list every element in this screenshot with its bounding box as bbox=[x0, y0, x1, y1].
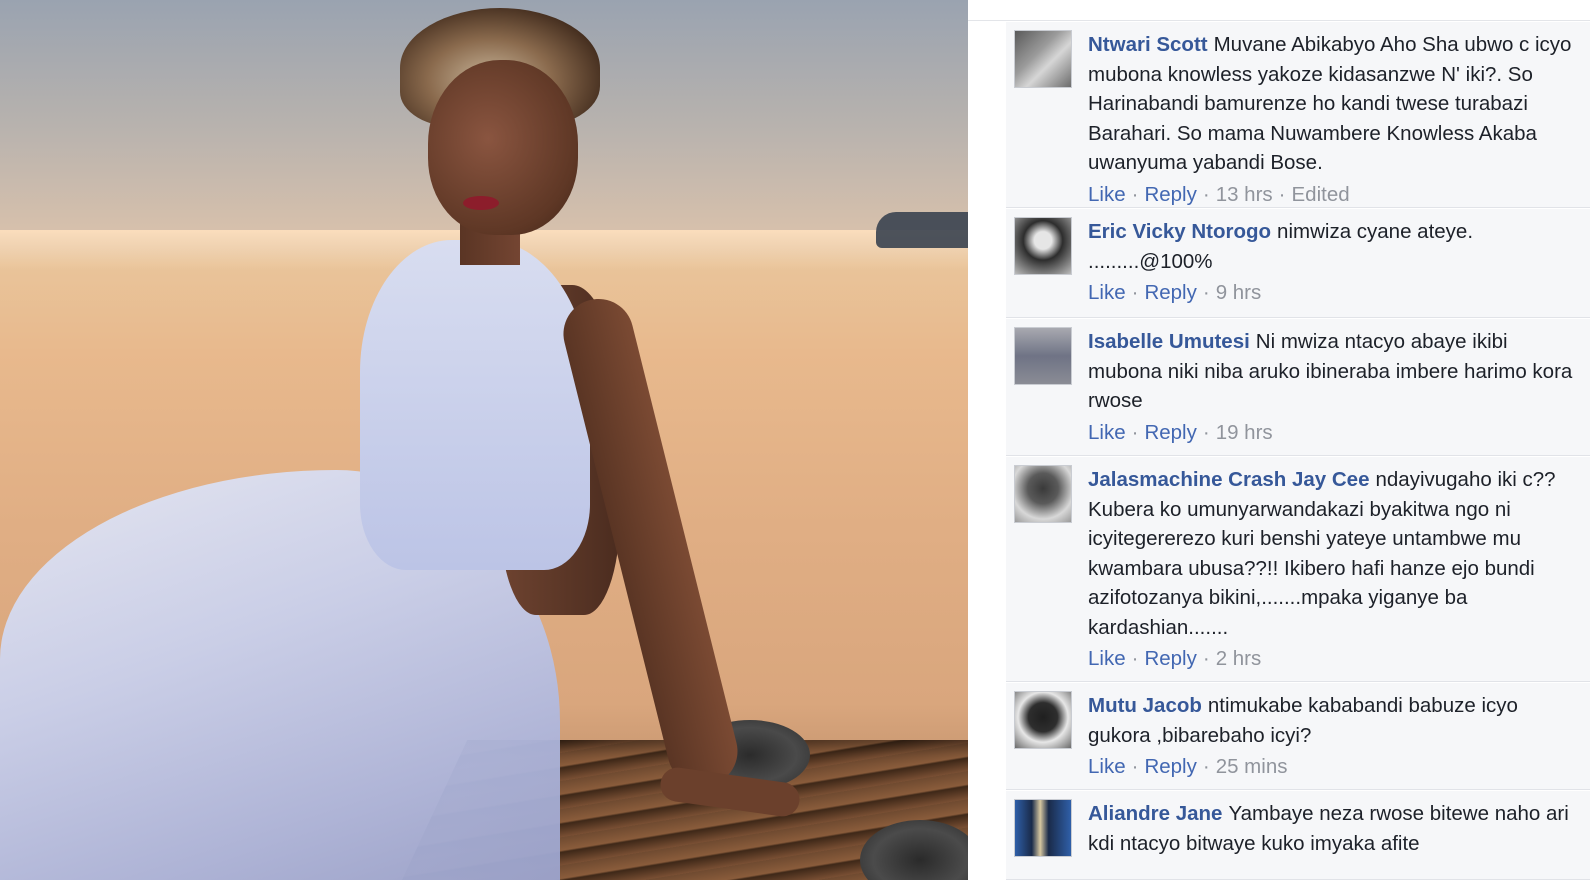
avatar[interactable] bbox=[1014, 465, 1072, 523]
avatar[interactable] bbox=[1014, 691, 1072, 749]
comment-author-link[interactable]: Aliandre Jane bbox=[1088, 802, 1222, 825]
comment-body: Eric Vicky Ntorogo nimwiza cyane ateye. .… bbox=[1088, 217, 1582, 276]
comment: Eric Vicky Ntorogo nimwiza cyane ateye. .… bbox=[1006, 208, 1590, 318]
comment-body: Mutu Jacob ntimukabe kababandi babuze icy… bbox=[1088, 691, 1582, 750]
comment: Ntwari Scott Muvane Abikabyo Aho Sha ubwo… bbox=[1006, 21, 1590, 208]
like-link[interactable]: Like bbox=[1088, 755, 1126, 778]
comment-actions: Like · Reply · 13 hrs · Edited bbox=[1088, 180, 1582, 210]
like-link[interactable]: Like bbox=[1088, 421, 1126, 444]
like-link[interactable]: Like bbox=[1088, 647, 1126, 670]
comment-timestamp[interactable]: 13 hrs bbox=[1216, 183, 1273, 206]
reply-link[interactable]: Reply bbox=[1144, 647, 1196, 670]
avatar[interactable] bbox=[1014, 30, 1072, 88]
comment: Jalasmachine Crash Jay Cee ndayivugaho ik… bbox=[1006, 456, 1590, 682]
figure-lips bbox=[463, 196, 499, 210]
separator-dot: · bbox=[1131, 647, 1139, 670]
comment: Isabelle Umutesi Ni mwiza ntacyo abaye ik… bbox=[1006, 318, 1590, 456]
separator-dot: · bbox=[1202, 755, 1210, 778]
comment-body: Isabelle Umutesi Ni mwiza ntacyo abaye ik… bbox=[1088, 327, 1582, 416]
reply-link[interactable]: Reply bbox=[1144, 755, 1196, 778]
separator-dot: · bbox=[1131, 281, 1139, 304]
figure-head bbox=[428, 60, 578, 235]
separator-dot: · bbox=[1202, 647, 1210, 670]
comment-actions: Like · Reply · 25 mins bbox=[1088, 752, 1582, 782]
separator-dot: · bbox=[1131, 182, 1139, 206]
avatar[interactable] bbox=[1014, 327, 1072, 385]
separator-dot: · bbox=[1278, 182, 1286, 206]
comment-timestamp[interactable]: 9 hrs bbox=[1216, 281, 1262, 304]
like-link[interactable]: Like bbox=[1088, 281, 1126, 304]
comment-author-link[interactable]: Eric Vicky Ntorogo bbox=[1088, 220, 1271, 243]
comment-author-link[interactable]: Isabelle Umutesi bbox=[1088, 330, 1250, 353]
like-link[interactable]: Like bbox=[1088, 183, 1126, 206]
comment-actions: Like · Reply · 19 hrs bbox=[1088, 418, 1582, 448]
comment-text: ndayivugaho iki c?? Kubera ko umunyarwan… bbox=[1088, 468, 1556, 639]
comment-author-link[interactable]: Mutu Jacob bbox=[1088, 694, 1202, 717]
comment: Aliandre Jane Yambaye neza rwose bitewe n… bbox=[1006, 790, 1590, 880]
comment: Mutu Jacob ntimukabe kababandi babuze icy… bbox=[1006, 682, 1590, 790]
comment-list: Ntwari Scott Muvane Abikabyo Aho Sha ubwo… bbox=[1006, 21, 1590, 880]
separator-dot: · bbox=[1202, 281, 1210, 304]
reply-link[interactable]: Reply bbox=[1144, 421, 1196, 444]
comment-actions: Like · Reply · 9 hrs bbox=[1088, 278, 1582, 308]
separator-dot: · bbox=[1202, 182, 1210, 206]
comment-timestamp[interactable]: 25 mins bbox=[1216, 755, 1288, 778]
separator-dot: · bbox=[1202, 420, 1210, 444]
avatar[interactable] bbox=[1014, 799, 1072, 857]
comment-author-link[interactable]: Jalasmachine Crash Jay Cee bbox=[1088, 468, 1369, 491]
reply-link[interactable]: Reply bbox=[1144, 281, 1196, 304]
comment-body: Ntwari Scott Muvane Abikabyo Aho Sha ubwo… bbox=[1088, 30, 1582, 178]
separator-dot: · bbox=[1131, 420, 1139, 444]
post-photo[interactable] bbox=[0, 0, 968, 880]
avatar[interactable] bbox=[1014, 217, 1072, 275]
comment-timestamp[interactable]: 19 hrs bbox=[1216, 421, 1273, 444]
separator-dot: · bbox=[1131, 755, 1139, 778]
figure-torso bbox=[360, 240, 590, 570]
comment-body: Aliandre Jane Yambaye neza rwose bitewe n… bbox=[1088, 799, 1582, 858]
comment-timestamp[interactable]: 2 hrs bbox=[1216, 647, 1262, 670]
comment-actions: Like · Reply · 2 hrs bbox=[1088, 644, 1582, 674]
reply-link[interactable]: Reply bbox=[1144, 183, 1196, 206]
comment-author-link[interactable]: Ntwari Scott bbox=[1088, 33, 1208, 56]
comment-body: Jalasmachine Crash Jay Cee ndayivugaho ik… bbox=[1088, 465, 1582, 642]
boat-silhouette bbox=[876, 212, 968, 248]
edited-label[interactable]: Edited bbox=[1292, 183, 1350, 206]
comments-panel: Ntwari Scott Muvane Abikabyo Aho Sha ubwo… bbox=[968, 0, 1590, 880]
